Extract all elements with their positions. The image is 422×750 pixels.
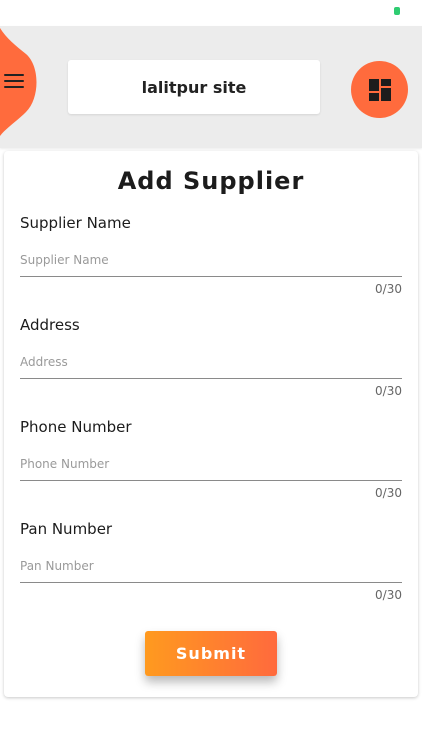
site-name: lalitpur site (141, 77, 247, 97)
supplier-name-counter: 0/30 (375, 282, 402, 296)
phone-number-counter: 0/30 (375, 486, 402, 500)
status-indicator-icon (394, 7, 400, 15)
phone-number-field: Phone Number 0/30 (20, 418, 402, 520)
site-selector[interactable]: lalitpur site (68, 60, 320, 114)
pan-number-input[interactable] (20, 550, 402, 583)
dashboard-grid-icon (368, 78, 391, 101)
supplier-name-label: Supplier Name (20, 214, 131, 232)
supplier-name-field: Supplier Name 0/30 (20, 214, 402, 316)
hamburger-menu-icon[interactable] (4, 74, 24, 90)
dashboard-button[interactable] (351, 61, 408, 118)
address-input[interactable] (20, 346, 402, 379)
pan-number-counter: 0/30 (375, 588, 402, 602)
phone-number-input[interactable] (20, 448, 402, 481)
submit-label: Submit (175, 644, 247, 663)
pan-number-label: Pan Number (20, 520, 113, 538)
address-counter: 0/30 (375, 384, 402, 398)
supplier-form-card: Add Supplier Supplier Name 0/30 Address … (4, 151, 418, 697)
form-title: Add Supplier (117, 167, 305, 195)
supplier-name-input[interactable] (20, 244, 402, 277)
pan-number-field: Pan Number 0/30 (20, 520, 402, 622)
submit-button[interactable]: Submit (145, 631, 277, 676)
phone-number-label: Phone Number (20, 418, 132, 436)
address-label: Address (20, 316, 80, 334)
address-field: Address 0/30 (20, 316, 402, 418)
status-bar (0, 0, 422, 24)
